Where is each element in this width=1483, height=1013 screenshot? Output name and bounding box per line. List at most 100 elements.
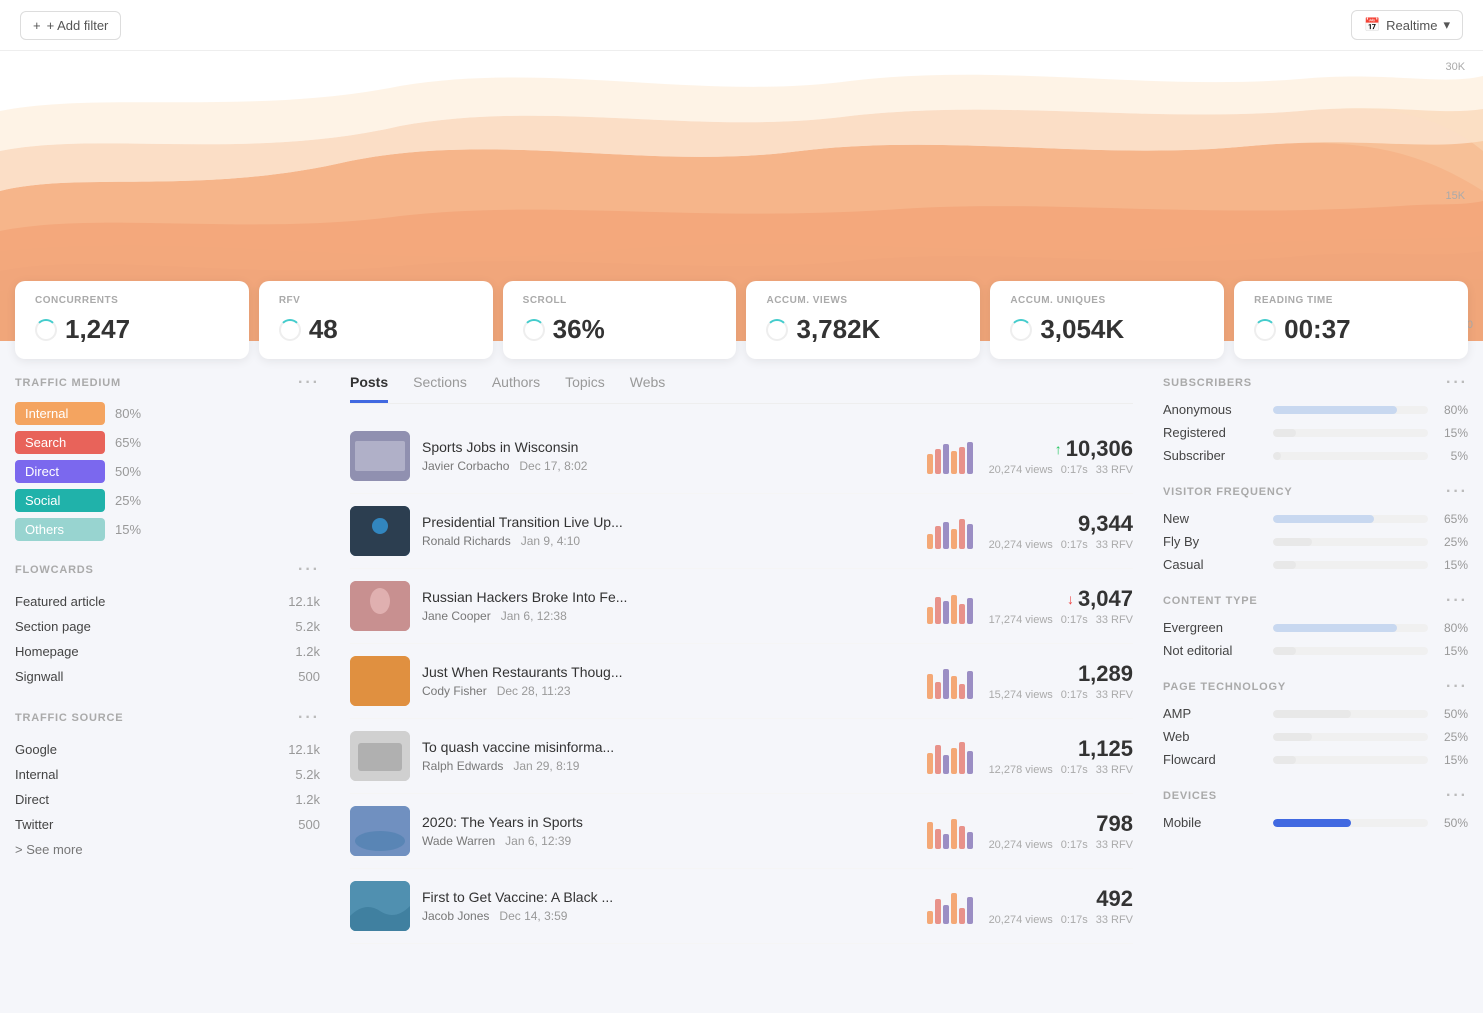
- post-item: Sports Jobs in Wisconsin Javier Corbacho…: [350, 419, 1133, 494]
- vf-casual-label: Casual: [1163, 557, 1263, 572]
- pt-amp-bar-bg: [1273, 710, 1428, 718]
- subscribers-section: SUBSCRIBERS ··· Anonymous 80% Registered…: [1163, 374, 1468, 463]
- sub-registered-bar-bg: [1273, 429, 1428, 437]
- traffic-medium-label: TRAFFIC MEDIUM: [15, 377, 121, 389]
- visitor-frequency-more[interactable]: ···: [1446, 483, 1468, 501]
- tab-authors[interactable]: Authors: [492, 374, 540, 403]
- realtime-button[interactable]: 📅 Realtime ▾: [1351, 10, 1463, 40]
- subscribers-more[interactable]: ···: [1446, 374, 1468, 392]
- post-date: Jan 9, 4:10: [514, 534, 580, 548]
- flowcards-section: FLOWCARDS ··· Featured article 12.1k Sec…: [15, 561, 320, 689]
- page-technology-title: PAGE TECHNOLOGY ···: [1163, 678, 1468, 696]
- traffic-medium-section: TRAFFIC MEDIUM ··· Internal 80% Search 6…: [15, 374, 320, 541]
- post-thumb: [350, 431, 410, 481]
- dev-mobile-label: Mobile: [1163, 815, 1263, 830]
- page-technology-label: PAGE TECHNOLOGY: [1163, 681, 1286, 693]
- vf-casual-bar-fill: [1273, 561, 1296, 569]
- see-more-button[interactable]: > See more: [15, 842, 320, 857]
- accum-views-spinner: [766, 319, 788, 341]
- ct-row-noneditorial: Not editorial 15%: [1163, 643, 1468, 658]
- post-stats: ↑ 10,306 20,274 views 0:17s 33 RFV: [989, 436, 1133, 476]
- stat-concurrents: CONCURRENTS 1,247: [15, 281, 249, 359]
- traffic-source-more[interactable]: ···: [298, 709, 320, 727]
- source-row-internal: Internal 5.2k: [15, 762, 320, 787]
- post-title: Presidential Transition Live Up...: [422, 514, 915, 530]
- visitor-frequency-label: VISITOR FREQUENCY: [1163, 486, 1293, 498]
- vf-flyby-pct: 25%: [1438, 535, 1468, 549]
- content-type-section: CONTENT TYPE ··· Evergreen 80% Not edito…: [1163, 592, 1468, 658]
- post-sub-stats: 20,274 views 0:17s 33 RFV: [989, 914, 1133, 926]
- post-views: 20,274 views: [989, 539, 1053, 551]
- pt-amp-label: AMP: [1163, 706, 1263, 721]
- pt-web-label: Web: [1163, 729, 1263, 744]
- vf-new-bar-bg: [1273, 515, 1428, 523]
- pt-flowcard-pct: 15%: [1438, 753, 1468, 767]
- vf-flyby-label: Fly By: [1163, 534, 1263, 549]
- bar-pct-others: 15%: [115, 522, 141, 537]
- post-info: Russian Hackers Broke Into Fe... Jane Co…: [422, 589, 915, 623]
- flow-signwall-label: Signwall: [15, 669, 63, 684]
- flowcards-more[interactable]: ···: [298, 561, 320, 579]
- post-title: First to Get Vaccine: A Black ...: [422, 889, 915, 905]
- vf-casual-pct: 15%: [1438, 558, 1468, 572]
- source-direct-val: 1.2k: [295, 792, 320, 807]
- stat-rfv-value: 48: [279, 314, 473, 345]
- chevron-down-icon: ▾: [1443, 17, 1450, 33]
- source-twitter-val: 500: [298, 817, 320, 832]
- sub-row-subscriber: Subscriber 5%: [1163, 448, 1468, 463]
- post-info: 2020: The Years in Sports Wade Warren Ja…: [422, 814, 915, 848]
- post-main-value: ↑ 10,306: [989, 436, 1133, 462]
- post-mini-chart: [927, 514, 977, 549]
- bar-label-direct: Direct: [15, 460, 105, 483]
- post-info: Presidential Transition Live Up... Ronal…: [422, 514, 915, 548]
- traffic-source-title: TRAFFIC SOURCE ···: [15, 709, 320, 727]
- stat-accum-views-value: 3,782K: [766, 314, 960, 345]
- add-filter-button[interactable]: + + Add filter: [20, 11, 121, 40]
- stat-reading-time: READING TIME 00:37: [1234, 281, 1468, 359]
- post-author: Jacob Jones: [422, 909, 489, 923]
- post-views: 15,274 views: [989, 689, 1053, 701]
- rfv-spinner: [279, 319, 301, 341]
- post-views: 20,274 views: [989, 464, 1053, 476]
- post-meta: Ronald Richards Jan 9, 4:10: [422, 534, 915, 548]
- flow-row-homepage: Homepage 1.2k: [15, 639, 320, 664]
- vf-flyby-bar-bg: [1273, 538, 1428, 546]
- stat-accum-uniques-label: ACCUM. UNIQUES: [1010, 295, 1204, 306]
- post-date: Jan 29, 8:19: [507, 759, 580, 773]
- arrow-up-icon: ↑: [1055, 441, 1062, 457]
- post-title: Sports Jobs in Wisconsin: [422, 439, 915, 455]
- stat-accum-uniques: ACCUM. UNIQUES 3,054K: [990, 281, 1224, 359]
- reading-time-spinner: [1254, 319, 1276, 341]
- vf-row-new: New 65%: [1163, 511, 1468, 526]
- tab-topics[interactable]: Topics: [565, 374, 605, 403]
- post-thumb: [350, 806, 410, 856]
- stat-rfv-label: RFV: [279, 295, 473, 306]
- tab-sections[interactable]: Sections: [413, 374, 467, 403]
- traffic-medium-more[interactable]: ···: [298, 374, 320, 392]
- pt-row-flowcard: Flowcard 15%: [1163, 752, 1468, 767]
- dev-mobile-bar-fill: [1273, 819, 1351, 827]
- post-title: Just When Restaurants Thoug...: [422, 664, 915, 680]
- visitor-frequency-title: VISITOR FREQUENCY ···: [1163, 483, 1468, 501]
- page-technology-more[interactable]: ···: [1446, 678, 1468, 696]
- post-info: To quash vaccine misinforma... Ralph Edw…: [422, 739, 915, 773]
- post-item: To quash vaccine misinforma... Ralph Edw…: [350, 719, 1133, 794]
- post-thumb: [350, 656, 410, 706]
- tab-webs[interactable]: Webs: [630, 374, 666, 403]
- post-mini-chart: [927, 739, 977, 774]
- devices-more[interactable]: ···: [1446, 787, 1468, 805]
- pt-flowcard-label: Flowcard: [1163, 752, 1263, 767]
- tab-posts[interactable]: Posts: [350, 374, 388, 403]
- post-main-value: 1,289: [989, 661, 1133, 687]
- flow-row-section: Section page 5.2k: [15, 614, 320, 639]
- chart-y-mid: 15K: [1445, 190, 1473, 202]
- pt-flowcard-bar-fill: [1273, 756, 1296, 764]
- traffic-source-section: TRAFFIC SOURCE ··· Google 12.1k Internal…: [15, 709, 320, 857]
- sub-subscriber-label: Subscriber: [1163, 448, 1263, 463]
- source-row-direct: Direct 1.2k: [15, 787, 320, 812]
- post-rfv: 33 RFV: [1096, 839, 1133, 851]
- content-type-more[interactable]: ···: [1446, 592, 1468, 610]
- flow-section-val: 5.2k: [295, 619, 320, 634]
- post-time: 0:17s: [1061, 764, 1088, 776]
- post-main-value: ↓ 3,047: [989, 586, 1133, 612]
